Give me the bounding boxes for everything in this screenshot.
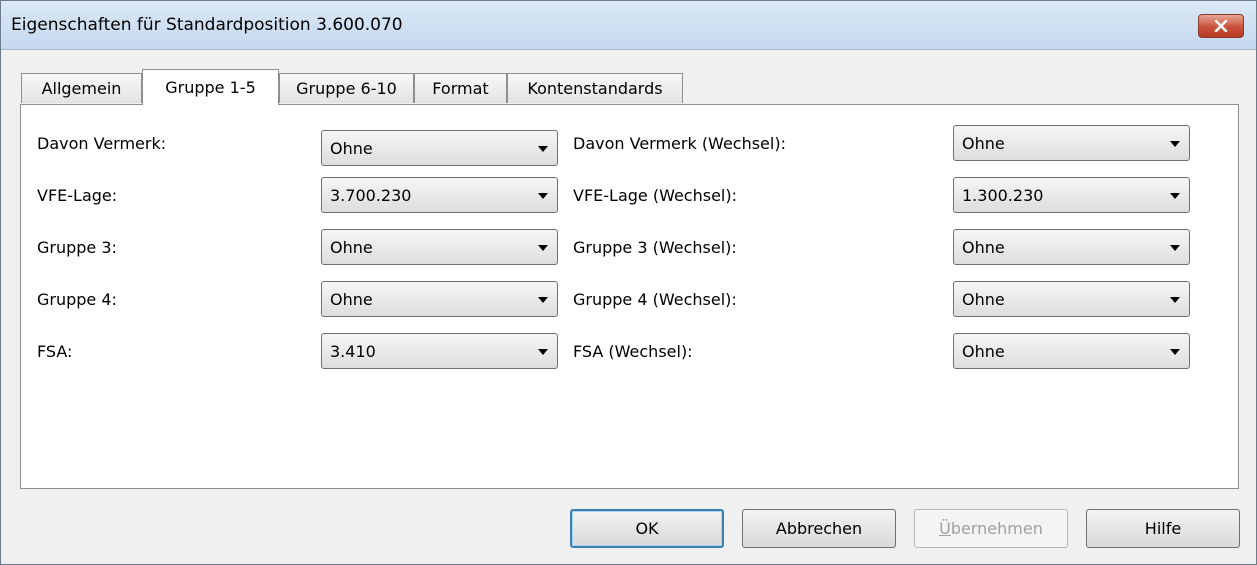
tab-kontenstandards[interactable]: Kontenstandards xyxy=(507,73,683,103)
select-gruppe-4[interactable]: Ohne xyxy=(321,281,558,317)
label-davon-vermerk-wechsel: Davon Vermerk (Wechsel): xyxy=(573,134,786,153)
chevron-down-icon xyxy=(538,146,548,152)
label-davon-vermerk: Davon Vermerk: xyxy=(37,134,167,153)
select-gruppe-3-wechsel[interactable]: Ohne xyxy=(953,229,1190,265)
chevron-down-icon xyxy=(538,297,548,303)
properties-dialog: Eigenschaften für Standardposition 3.600… xyxy=(0,0,1257,565)
select-davon-vermerk[interactable]: Ohne xyxy=(321,130,558,166)
label-gruppe-3-wechsel: Gruppe 3 (Wechsel): xyxy=(573,238,737,257)
select-vfe-lage[interactable]: 3.700.230 xyxy=(321,177,558,213)
chevron-down-icon xyxy=(1170,245,1180,251)
close-button[interactable] xyxy=(1198,14,1244,38)
close-icon xyxy=(1214,20,1228,32)
title-bar: Eigenschaften für Standardposition 3.600… xyxy=(1,1,1256,50)
chevron-down-icon xyxy=(538,245,548,251)
chevron-down-icon xyxy=(1170,141,1180,147)
cancel-button[interactable]: Abbrechen xyxy=(742,509,896,548)
label-vfe-lage-wechsel: VFE-Lage (Wechsel): xyxy=(573,186,737,205)
select-gruppe-4-wechsel[interactable]: Ohne xyxy=(953,281,1190,317)
tab-gruppe-1-5[interactable]: Gruppe 1-5 xyxy=(142,69,279,105)
chevron-down-icon xyxy=(1170,193,1180,199)
label-fsa-wechsel: FSA (Wechsel): xyxy=(573,342,693,361)
select-davon-vermerk-wechsel[interactable]: Ohne xyxy=(953,125,1190,161)
tab-gruppe-6-10[interactable]: Gruppe 6-10 xyxy=(279,73,414,103)
tab-allgemein[interactable]: Allgemein xyxy=(21,73,142,103)
tab-format[interactable]: Format xyxy=(414,73,507,103)
select-fsa-wechsel[interactable]: Ohne xyxy=(953,333,1190,369)
label-fsa: FSA: xyxy=(37,342,73,361)
help-button[interactable]: Hilfe xyxy=(1086,509,1240,548)
select-fsa[interactable]: 3.410 xyxy=(321,333,558,369)
ok-button[interactable]: OK xyxy=(570,509,724,548)
tab-panel-gruppe-1-5: Davon Vermerk: Ohne VFE-Lage: 3.700.230 … xyxy=(20,104,1239,489)
chevron-down-icon xyxy=(1170,349,1180,355)
window-title: Eigenschaften für Standardposition 3.600… xyxy=(11,15,403,35)
chevron-down-icon xyxy=(538,349,548,355)
label-gruppe-4-wechsel: Gruppe 4 (Wechsel): xyxy=(573,290,737,309)
apply-button[interactable]: Übernehmen xyxy=(914,509,1068,548)
label-vfe-lage: VFE-Lage: xyxy=(37,186,118,205)
label-gruppe-4: Gruppe 4: xyxy=(37,290,117,309)
label-gruppe-3: Gruppe 3: xyxy=(37,238,117,257)
chevron-down-icon xyxy=(538,193,548,199)
select-gruppe-3[interactable]: Ohne xyxy=(321,229,558,265)
chevron-down-icon xyxy=(1170,297,1180,303)
select-vfe-lage-wechsel[interactable]: 1.300.230 xyxy=(953,177,1190,213)
